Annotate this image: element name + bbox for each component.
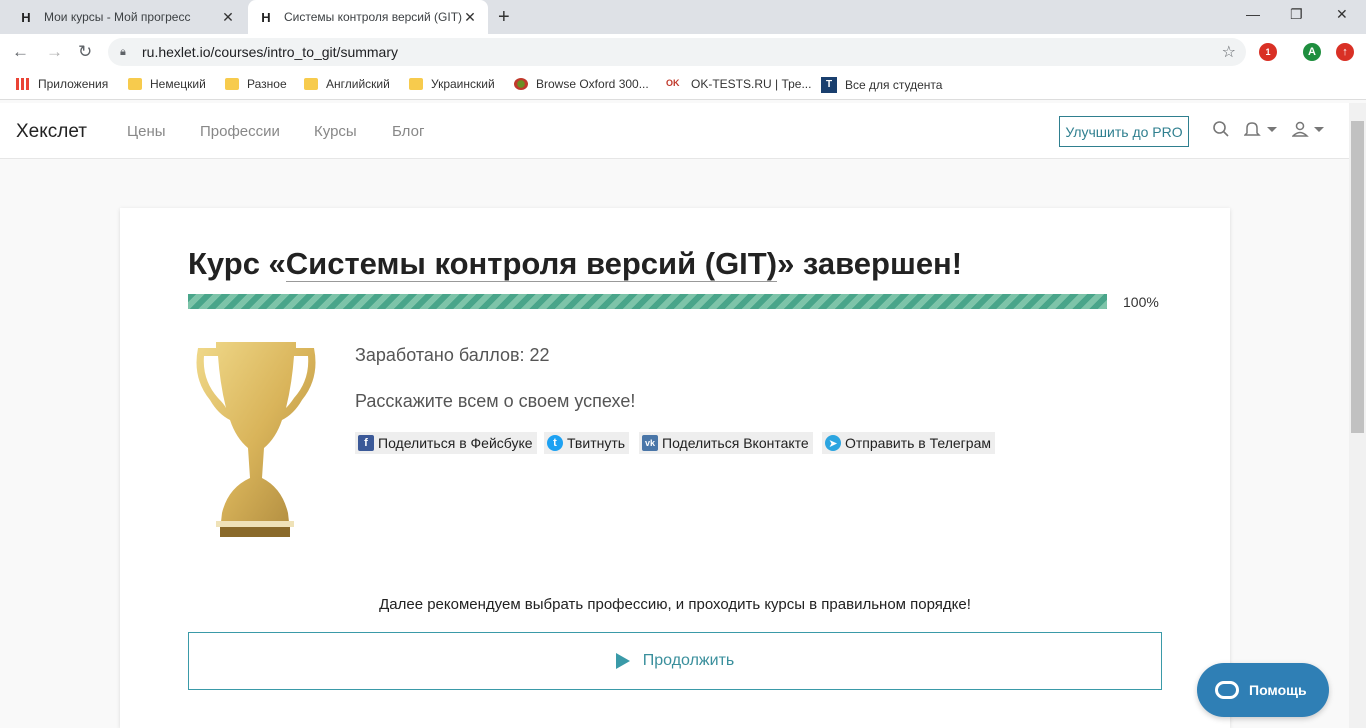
recommendation-text: Далее рекомендуем выбрать профессию, и п… bbox=[379, 596, 971, 613]
hexlet-favicon-icon: H bbox=[21, 9, 31, 25]
t-icon: T bbox=[821, 77, 837, 93]
bookmark-label: Разное bbox=[247, 77, 287, 91]
back-arrow-icon[interactable]: ← bbox=[12, 42, 29, 62]
bookmark-star-icon[interactable]: ☆ bbox=[1222, 42, 1236, 62]
share-label: Поделиться в Фейсбуке bbox=[378, 435, 533, 451]
forward-arrow-icon[interactable]: → bbox=[46, 42, 63, 62]
close-window-button[interactable]: ✕ bbox=[1336, 6, 1348, 23]
help-widget-button[interactable]: Помощь bbox=[1197, 663, 1329, 717]
scrollbar-thumb[interactable] bbox=[1351, 121, 1364, 433]
restore-window-button[interactable]: ❐ bbox=[1290, 6, 1303, 23]
bookmark-label: Browse Oxford 300... bbox=[536, 77, 649, 91]
facebook-icon: f bbox=[358, 435, 374, 451]
upgrade-pro-button[interactable]: Улучшить до PRO bbox=[1059, 116, 1189, 147]
site-navbar: Хекслет Цены Профессии Курсы Блог Улучши… bbox=[0, 103, 1349, 159]
page-title: Курс «Системы контроля версий (GIT)» зав… bbox=[188, 246, 962, 282]
play-icon bbox=[615, 653, 630, 669]
chat-bubble-icon bbox=[1215, 681, 1239, 699]
twitter-icon: t bbox=[547, 435, 563, 451]
bookmark-student[interactable]: T Все для студента bbox=[821, 77, 942, 93]
bookmark-label: Украинский bbox=[431, 77, 495, 91]
apps-grid-icon bbox=[16, 78, 30, 90]
share-label: Твитнуть bbox=[567, 435, 626, 451]
share-facebook-button[interactable]: f Поделиться в Фейсбуке bbox=[355, 432, 537, 454]
tab-title: Мои курсы - Мой прогресс bbox=[44, 10, 191, 24]
bookmark-apps[interactable]: Приложения bbox=[16, 77, 108, 91]
search-icon[interactable] bbox=[1212, 120, 1230, 143]
vk-icon: vk bbox=[642, 435, 658, 451]
hexlet-favicon-icon: H bbox=[261, 9, 271, 25]
bookmarks-bar: Приложения Немецкий Разное Английский Ук… bbox=[0, 70, 1366, 100]
bookmark-english[interactable]: Английский bbox=[304, 77, 390, 91]
close-tab-icon[interactable]: ✕ bbox=[220, 9, 236, 26]
close-tab-icon[interactable]: ✕ bbox=[462, 9, 478, 26]
nav-courses[interactable]: Курсы bbox=[314, 123, 357, 140]
url-text: ru.hexlet.io/courses/intro_to_git/summar… bbox=[142, 44, 398, 60]
bookmark-label: OK-TESTS.RU | Тре... bbox=[691, 77, 812, 91]
bookmark-label: Все для студента bbox=[845, 78, 943, 92]
tab-title: Системы контроля версий (GIT) bbox=[284, 10, 462, 24]
bookmark-misc[interactable]: Разное bbox=[225, 77, 287, 91]
folder-icon bbox=[128, 78, 142, 90]
nav-prices[interactable]: Цены bbox=[127, 123, 166, 140]
extension-icon[interactable]: 1 bbox=[1259, 43, 1277, 61]
new-tab-button[interactable]: + bbox=[498, 6, 510, 29]
extension-badge: 1 bbox=[1265, 47, 1271, 57]
share-telegram-button[interactable]: ➤ Отправить в Телеграм bbox=[822, 432, 995, 454]
trophy-icon bbox=[196, 342, 316, 537]
help-label: Помощь bbox=[1249, 682, 1307, 698]
notifications-bell-icon[interactable] bbox=[1243, 120, 1278, 143]
address-bar[interactable]: 🔒︎ ru.hexlet.io/courses/intro_to_git/sum… bbox=[108, 38, 1246, 66]
bookmark-ok-tests[interactable]: OK OK-TESTS.RU | Тре... bbox=[666, 77, 811, 91]
bookmark-ukrainian[interactable]: Украинский bbox=[409, 77, 495, 91]
progress-label: 100% bbox=[1123, 294, 1159, 310]
folder-icon bbox=[304, 78, 318, 90]
page-scrollbar[interactable] bbox=[1349, 103, 1366, 728]
course-summary-card: Курс «Системы контроля версий (GIT)» зав… bbox=[120, 208, 1230, 728]
oxford-icon bbox=[514, 78, 528, 90]
share-twitter-button[interactable]: t Твитнуть bbox=[544, 432, 630, 454]
lock-icon: 🔒︎ bbox=[120, 45, 126, 58]
browser-tab-git-course[interactable]: H Системы контроля версий (GIT) ✕ bbox=[248, 0, 488, 34]
bookmark-label: Английский bbox=[326, 77, 390, 91]
share-label: Отправить в Телеграм bbox=[845, 435, 991, 451]
folder-icon bbox=[225, 78, 239, 90]
bookmark-label: Приложения bbox=[38, 77, 109, 91]
browser-tab-my-courses[interactable]: H Мои курсы - Мой прогресс ✕ bbox=[8, 0, 246, 34]
share-vk-button[interactable]: vk Поделиться Вконтакте bbox=[639, 432, 813, 454]
bookmark-oxford[interactable]: Browse Oxford 300... bbox=[514, 77, 649, 91]
nav-blog[interactable]: Блог bbox=[392, 123, 424, 140]
share-prompt: Расскажите всем о своем успехе! bbox=[355, 391, 636, 411]
headline-prefix: Курс « bbox=[188, 246, 286, 281]
browser-toolbar: ← → ↻ 🔒︎ ru.hexlet.io/courses/intro_to_g… bbox=[0, 34, 1366, 70]
folder-icon bbox=[409, 78, 423, 90]
continue-button[interactable]: Продолжить bbox=[188, 632, 1162, 690]
site-logo[interactable]: Хекслет bbox=[16, 121, 87, 143]
bookmark-label: Немецкий bbox=[150, 77, 206, 91]
continue-label: Продолжить bbox=[642, 652, 735, 669]
ok-tests-icon: OK bbox=[666, 78, 680, 88]
nav-professions[interactable]: Профессии bbox=[200, 123, 280, 140]
share-label: Поделиться Вконтакте bbox=[662, 435, 809, 451]
progress-bar bbox=[188, 294, 1107, 309]
course-name-link[interactable]: Системы контроля версий (GIT) bbox=[285, 246, 778, 282]
update-icon[interactable]: ↑ bbox=[1336, 43, 1354, 61]
bookmark-german[interactable]: Немецкий bbox=[128, 77, 206, 91]
minimize-window-button[interactable]: — bbox=[1246, 6, 1260, 22]
profile-avatar[interactable]: A bbox=[1303, 43, 1321, 61]
reload-icon[interactable]: ↻ bbox=[78, 42, 92, 62]
headline-suffix: » завершен! bbox=[777, 246, 963, 281]
browser-tab-strip: H Мои курсы - Мой прогресс ✕ H Системы к… bbox=[0, 0, 1366, 34]
user-menu-icon[interactable] bbox=[1291, 120, 1326, 143]
points-earned: Заработано баллов: 22 bbox=[355, 345, 550, 365]
telegram-icon: ➤ bbox=[825, 435, 841, 451]
